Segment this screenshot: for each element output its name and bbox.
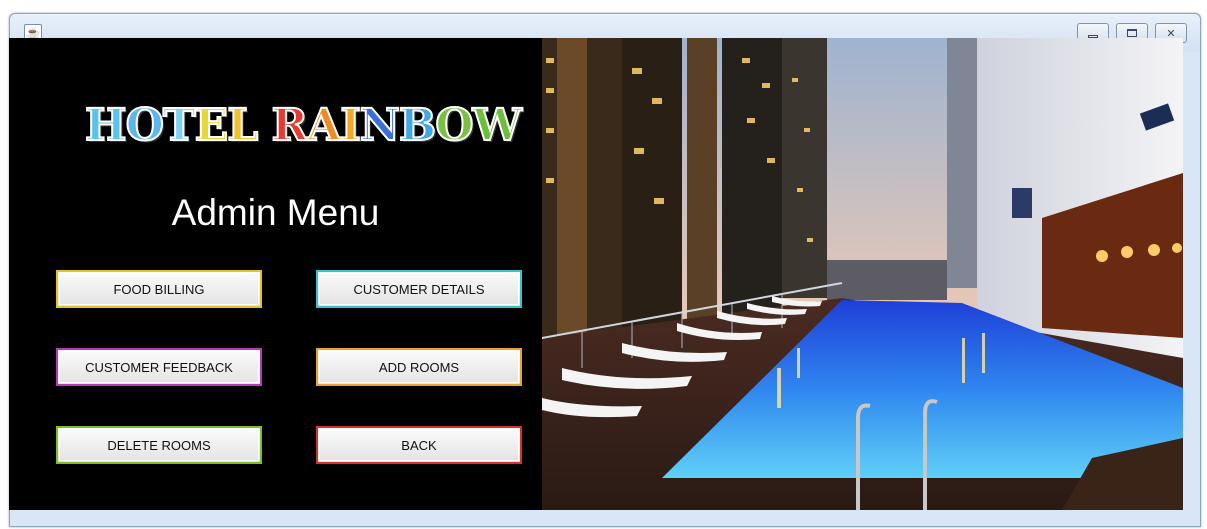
logo-letter: R bbox=[270, 99, 309, 152]
menu-section: HOTEL RAINBOW Admin Menu FOOD BILLING CU… bbox=[9, 38, 542, 510]
logo-letter: I bbox=[339, 99, 362, 152]
customer-feedback-label: CUSTOMER FEEDBACK bbox=[85, 359, 233, 375]
maximize-icon bbox=[1127, 29, 1137, 37]
customer-details-button[interactable]: CUSTOMER DETAILS bbox=[316, 270, 522, 308]
logo-letter: A bbox=[306, 99, 342, 152]
hotel-rainbow-logo: HOTEL RAINBOW bbox=[84, 96, 523, 156]
customer-details-label: CUSTOMER DETAILS bbox=[353, 281, 485, 297]
back-label: BACK bbox=[401, 437, 437, 453]
food-billing-button[interactable]: FOOD BILLING bbox=[56, 270, 262, 308]
logo-letter: W bbox=[472, 99, 523, 152]
logo-letter: H bbox=[84, 99, 128, 152]
pool-illustration bbox=[542, 38, 1183, 510]
logo-letter: L bbox=[226, 99, 259, 152]
add-rooms-button[interactable]: ADD ROOMS bbox=[316, 348, 522, 386]
logo-letter: N bbox=[359, 99, 401, 152]
logo-letter: T bbox=[162, 99, 197, 152]
logo-letter: O bbox=[434, 99, 474, 152]
hotel-pool-photo bbox=[542, 38, 1183, 510]
back-button[interactable]: BACK bbox=[316, 426, 522, 464]
delete-rooms-button[interactable]: DELETE ROOMS bbox=[56, 426, 262, 464]
delete-rooms-label: DELETE ROOMS bbox=[107, 437, 211, 453]
logo-letter: B bbox=[398, 99, 437, 152]
customer-feedback-button[interactable]: CUSTOMER FEEDBACK bbox=[56, 348, 262, 386]
logo-letter: O bbox=[125, 99, 165, 152]
food-billing-label: FOOD BILLING bbox=[113, 281, 205, 297]
logo-letter: E bbox=[194, 99, 230, 152]
logo-letter bbox=[257, 96, 271, 156]
page-title: Admin Menu bbox=[171, 192, 380, 233]
admin-menu-panel: HOTEL RAINBOW Admin Menu FOOD BILLING CU… bbox=[9, 38, 1183, 510]
add-rooms-label: ADD ROOMS bbox=[378, 359, 460, 375]
